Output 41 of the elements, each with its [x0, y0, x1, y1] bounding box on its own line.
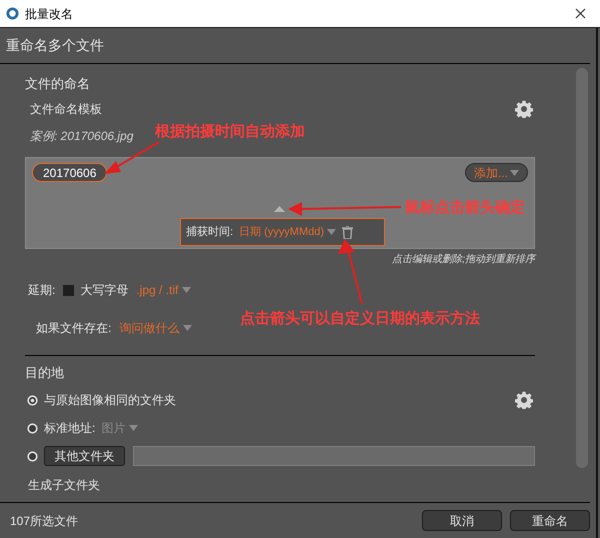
cancel-button[interactable]: 取消 [422, 510, 502, 531]
up-arrow-icon [274, 206, 285, 212]
close-icon [575, 8, 586, 19]
field-label: 延期: [28, 282, 56, 299]
trash-icon [342, 226, 354, 238]
app-icon [6, 7, 19, 20]
annotation-arrow [104, 141, 160, 176]
field-label: 如果文件存在: [36, 320, 112, 337]
field-label: 捕获时间: [186, 224, 234, 240]
option-label: 标准地址: [44, 420, 96, 437]
folder-path-field[interactable] [133, 446, 535, 466]
template-label: 文件命名模板 [30, 101, 102, 118]
caret-icon [182, 287, 192, 293]
hint-text: 点击编辑或删除;拖动到重新排序 [392, 252, 535, 266]
section-title: 文件的命名 [25, 75, 90, 94]
radio-button[interactable] [27, 394, 38, 406]
caret-icon [327, 229, 336, 235]
caret-icon [183, 325, 192, 331]
annotation-text: 点击箭头可以自定义日期的表示方法 [240, 308, 480, 329]
caret-icon [510, 170, 519, 176]
example-filename: 案例: 20170606.jpg [30, 128, 134, 145]
browse-folder-button[interactable]: 其他文件夹 [44, 446, 125, 466]
settings-icon [515, 391, 533, 409]
date-token[interactable]: 20170606 [32, 163, 108, 182]
dialog-heading: 重命名多个文件 [6, 36, 104, 55]
selected-count: 107所选文件 [10, 512, 78, 530]
caret-icon [129, 425, 138, 431]
checkbox-label: 大写字母 [80, 282, 128, 299]
option-label: 生成子文件夹 [28, 477, 100, 494]
rename-button[interactable]: 重命名 [510, 510, 590, 531]
scrollbar[interactable] [576, 68, 588, 468]
radio-button[interactable] [27, 450, 38, 462]
uppercase-checkbox[interactable] [63, 284, 74, 296]
settings-icon [515, 100, 533, 118]
option-label: 与原始图像相同的文件夹 [44, 392, 176, 409]
window-title: 批量改名 [25, 6, 73, 22]
radio-button[interactable] [27, 422, 38, 434]
annotation-text: 鼠标点击箭头确定 [405, 197, 525, 218]
annotation-text: 根据拍摄时间自动添加 [155, 121, 305, 142]
section-title: 目的地 [25, 364, 64, 382]
annotation-arrow [336, 239, 366, 305]
